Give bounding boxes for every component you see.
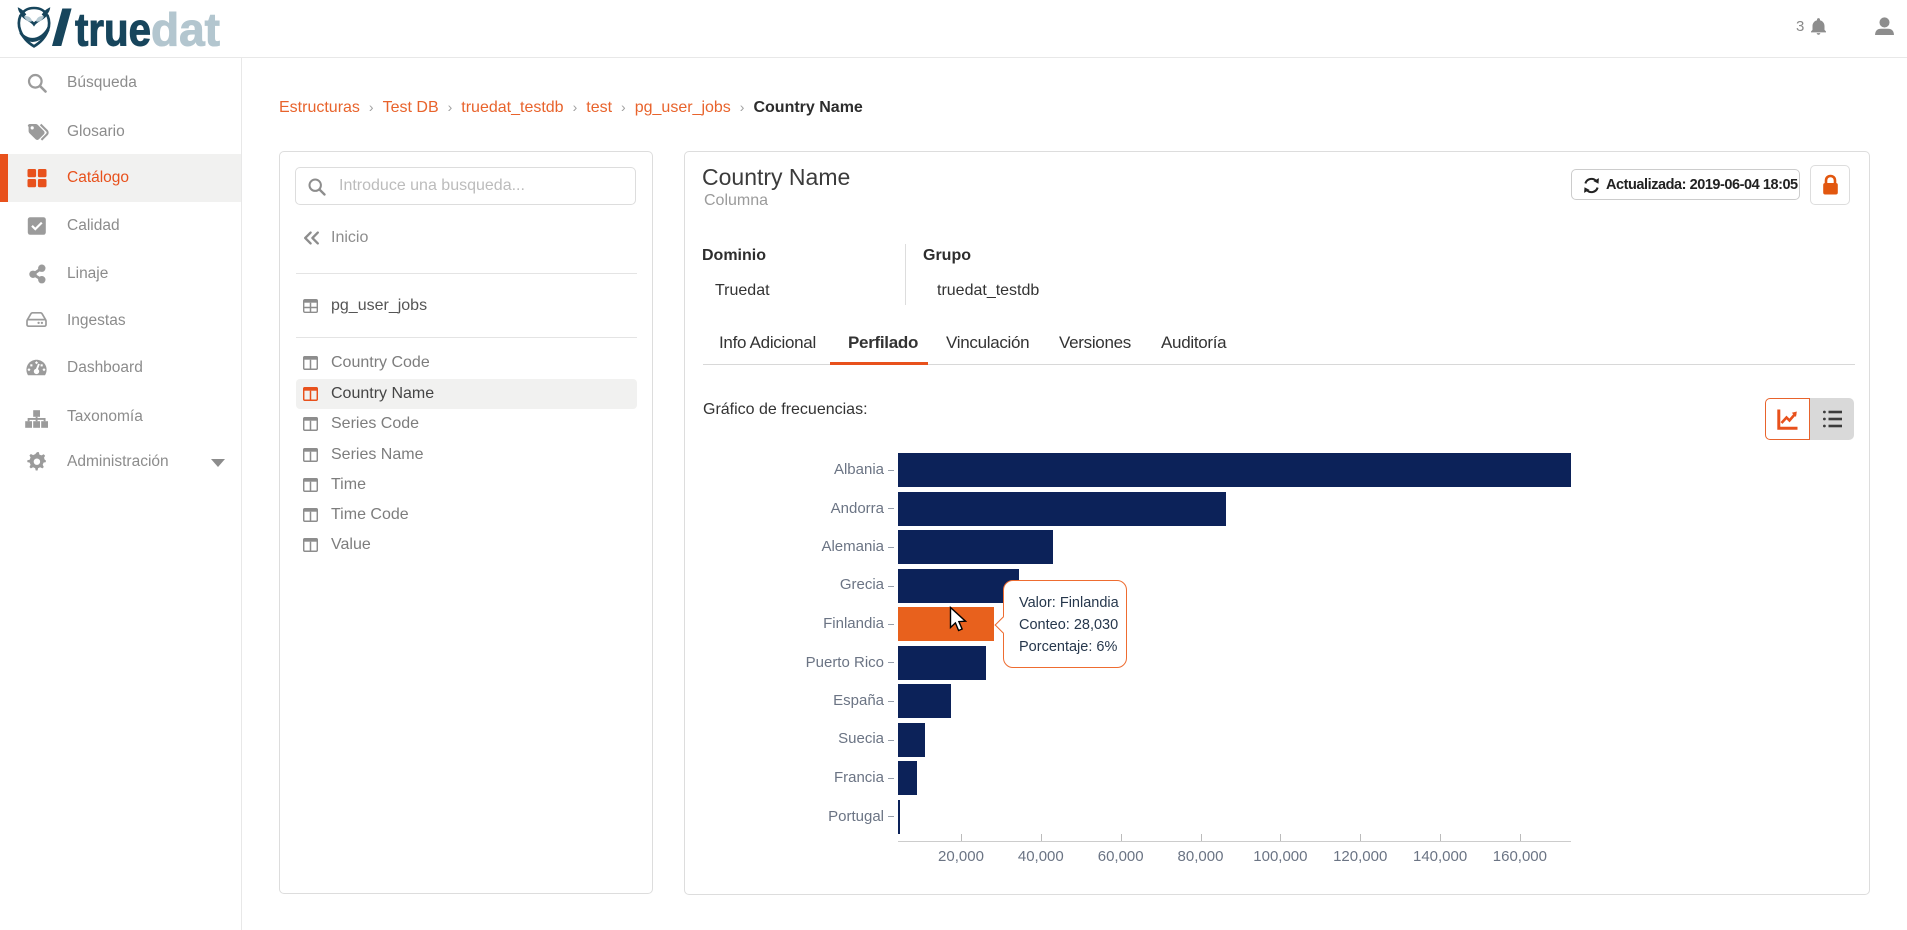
- svg-text:truedat: truedat: [75, 4, 220, 54]
